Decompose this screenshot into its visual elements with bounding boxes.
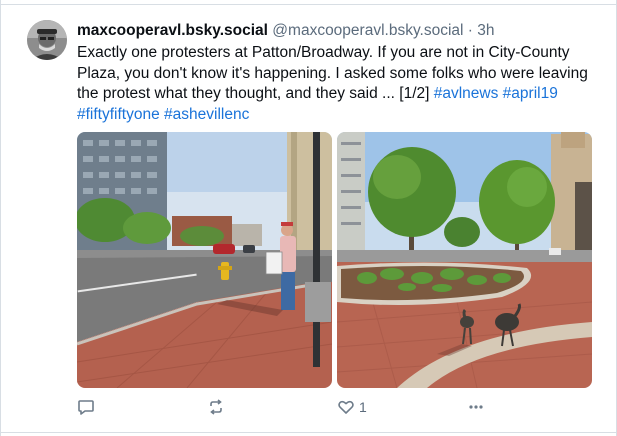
like-button[interactable]: 1 [337, 396, 367, 418]
repost-button[interactable] [207, 396, 225, 418]
divider-top [0, 4, 617, 5]
post-body: Exactly one protesters at Patton/Broadwa… [77, 43, 597, 125]
image-gallery [77, 132, 592, 388]
post-actions: 1 [77, 396, 597, 418]
hashtag-link[interactable]: #ashevillenc [164, 106, 249, 123]
hashtag-link[interactable]: #fiftyfiftyone [77, 106, 160, 123]
post-image-left[interactable] [77, 132, 332, 388]
divider-bottom [0, 432, 617, 433]
post-image-right[interactable] [337, 132, 592, 388]
meta-separator: · [463, 22, 478, 39]
more-dots-icon [469, 405, 483, 409]
hashtag-link[interactable]: #avlnews [434, 85, 499, 102]
post-timestamp[interactable]: 3h [477, 22, 494, 39]
repost-arrows-icon [210, 399, 222, 415]
avatar[interactable] [27, 20, 67, 60]
speech-bubble-icon [78, 400, 94, 415]
author-display-name[interactable]: maxcooperavl.bsky.social [77, 22, 268, 39]
plaza-photo [337, 132, 592, 388]
like-count: 1 [359, 399, 367, 415]
more-options-button[interactable] [467, 396, 485, 418]
street-photo [77, 132, 332, 388]
avatar-image [27, 20, 67, 60]
post-header: maxcooperavl.bsky.social @maxcooperavl.b… [77, 21, 597, 41]
heart-icon [338, 400, 354, 414]
hashtag-link[interactable]: #april19 [503, 85, 558, 102]
reply-button[interactable] [77, 396, 95, 418]
author-handle[interactable]: @maxcooperavl.bsky.social [272, 22, 463, 39]
